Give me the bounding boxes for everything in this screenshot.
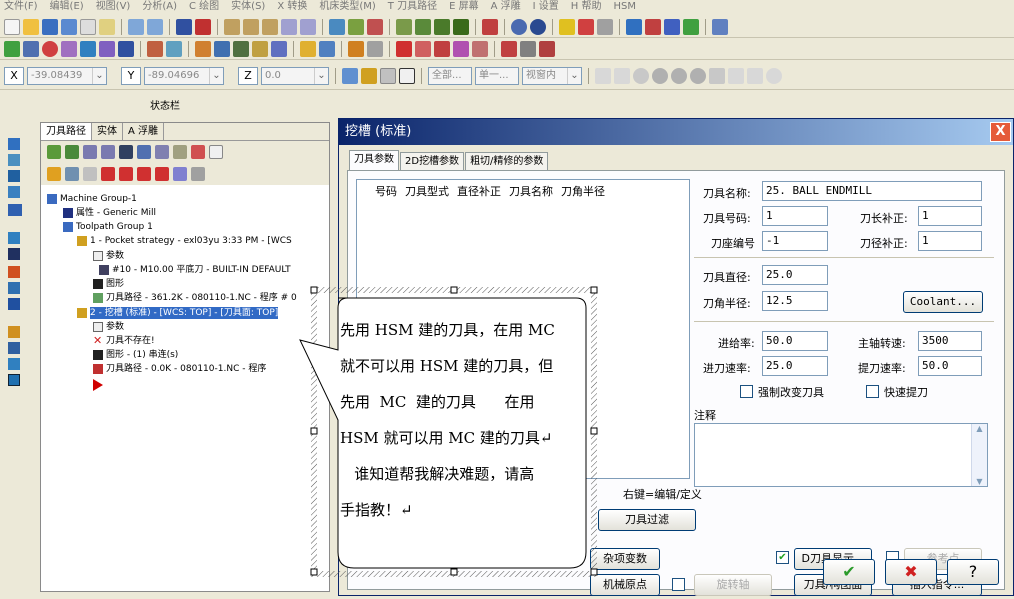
- resize-handle[interactable]: [590, 286, 598, 294]
- callout-line: 就不可以用 HSM 建的刀具，但: [340, 357, 554, 375]
- resize-handle[interactable]: [590, 427, 598, 435]
- callout-line: 先用 MC 建的刀具 在用: [340, 393, 535, 411]
- resize-handle[interactable]: [450, 568, 458, 576]
- callout-text[interactable]: 先用 HSM 建的刀具，在用 MC 就不可以用 HSM 建的刀具，但 先用 MC…: [340, 312, 582, 528]
- resize-handle[interactable]: [310, 427, 318, 435]
- resize-handle[interactable]: [310, 286, 318, 294]
- callout-line: 先用 HSM 建的刀具，在用 MC: [340, 321, 555, 339]
- callout-line: 手指教！↵: [340, 501, 413, 519]
- resize-handle[interactable]: [310, 568, 318, 576]
- callout-line: 谁知道帮我解决难题，请高: [340, 465, 535, 483]
- resize-handle[interactable]: [450, 286, 458, 294]
- resize-handle[interactable]: [590, 568, 598, 576]
- callout-line: HSM 就可以用 MC 建的刀具↵: [340, 429, 553, 447]
